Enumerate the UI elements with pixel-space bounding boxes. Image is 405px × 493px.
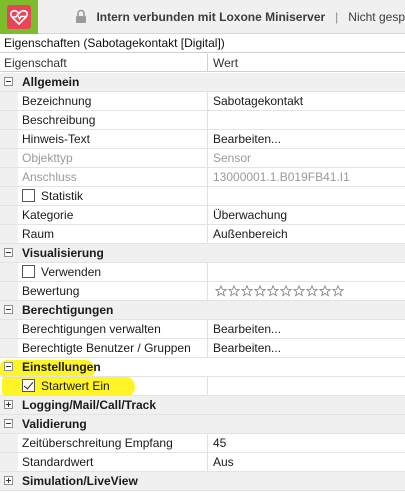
collapse-icon[interactable] xyxy=(4,305,13,314)
property-value[interactable]: Außenbereich xyxy=(213,225,288,243)
property-value[interactable]: 45 xyxy=(213,434,226,452)
property-row-berechtigte-benutzer[interactable]: Berechtigte Benutzer / Gruppen Bearbeite… xyxy=(0,339,405,358)
property-row-objekttyp: Objekttyp Sensor xyxy=(0,149,405,168)
category-einstellungen[interactable]: Einstellungen xyxy=(0,358,405,377)
property-value[interactable]: Aus xyxy=(213,453,234,471)
category-logging[interactable]: Logging/Mail/Call/Track xyxy=(0,396,405,415)
category-label: Validierung xyxy=(22,417,87,431)
property-value: Sensor xyxy=(213,151,252,165)
property-row-startwert[interactable]: Startwert Ein xyxy=(0,377,405,396)
category-label: Einstellungen xyxy=(22,360,101,374)
panel-title: Eigenschaften (Sabotagekontakt [Digital]… xyxy=(0,34,405,53)
property-row-bezeichnung[interactable]: Bezeichnung Sabotagekontakt xyxy=(0,92,405,111)
app-logo[interactable] xyxy=(0,0,38,34)
property-name: Hinweis-Text xyxy=(22,132,91,146)
category-visualisierung[interactable]: Visualisierung xyxy=(0,244,405,263)
category-label: Simulation/LiveView xyxy=(22,474,138,488)
property-name: Zeitüberschreitung Empfang xyxy=(22,436,173,450)
property-row-hinweis-text[interactable]: Hinweis-Text Bearbeiten... xyxy=(0,130,405,149)
property-name: Bewertung xyxy=(22,284,80,298)
property-name: Beschreibung xyxy=(22,113,96,127)
property-row-statistik[interactable]: Statistik xyxy=(0,187,405,206)
category-berechtigungen[interactable]: Berechtigungen xyxy=(0,301,405,320)
rating-stars[interactable] xyxy=(215,285,344,297)
expand-icon[interactable] xyxy=(4,400,13,409)
property-name: Anschluss xyxy=(22,170,77,184)
collapse-icon[interactable] xyxy=(4,419,13,428)
property-name: Berechtigte Benutzer / Gruppen xyxy=(22,341,191,355)
star-icon[interactable] xyxy=(293,285,305,297)
property-name: Berechtigungen verwalten xyxy=(22,322,161,336)
property-name: Standardwert xyxy=(22,455,94,469)
column-header-property[interactable]: Eigenschaft xyxy=(4,54,67,72)
property-row-beschreibung[interactable]: Beschreibung xyxy=(0,111,405,130)
star-icon[interactable] xyxy=(215,285,227,297)
column-header-value[interactable]: Wert xyxy=(213,54,238,72)
star-icon[interactable] xyxy=(319,285,331,297)
star-icon[interactable] xyxy=(332,285,344,297)
startwert-checkbox[interactable] xyxy=(22,379,35,392)
property-row-standardwert[interactable]: Standardwert Aus xyxy=(0,453,405,472)
property-name: Startwert Ein xyxy=(41,379,110,393)
star-icon[interactable] xyxy=(267,285,279,297)
separator: | xyxy=(335,9,339,24)
property-row-anschluss: Anschluss 13000001.1.B019FB41.I1 xyxy=(0,168,405,187)
save-status-text: Nicht gesp xyxy=(348,9,405,24)
category-label: Allgemein xyxy=(22,75,80,89)
property-name: Raum xyxy=(22,227,55,241)
collapse-icon[interactable] xyxy=(4,248,13,257)
property-name: Kategorie xyxy=(22,208,74,222)
star-icon[interactable] xyxy=(228,285,240,297)
property-row-bewertung[interactable]: Bewertung xyxy=(0,282,405,301)
star-icon[interactable] xyxy=(280,285,292,297)
category-label: Visualisierung xyxy=(22,246,104,260)
property-name: Verwenden xyxy=(41,265,102,279)
statistik-checkbox[interactable] xyxy=(22,189,35,202)
category-label: Logging/Mail/Call/Track xyxy=(22,398,157,412)
property-row-kategorie[interactable]: Kategorie Überwachung xyxy=(0,206,405,225)
star-icon[interactable] xyxy=(306,285,318,297)
property-row-verwenden[interactable]: Verwenden xyxy=(0,263,405,282)
category-simulation[interactable]: Simulation/LiveView xyxy=(0,472,405,491)
property-name: Bezeichnung xyxy=(22,94,92,108)
connection-bar: Intern verbunden mit Loxone Miniserver |… xyxy=(0,0,405,34)
property-value[interactable]: Überwachung xyxy=(213,206,287,224)
property-row-raum[interactable]: Raum Außenbereich xyxy=(0,225,405,244)
connection-text: Intern verbunden mit Loxone Miniserver xyxy=(96,9,326,24)
property-name: Statistik xyxy=(41,189,84,203)
edit-link[interactable]: Bearbeiten... xyxy=(213,339,281,357)
property-row-zeitueberschreitung[interactable]: Zeitüberschreitung Empfang 45 xyxy=(0,434,405,453)
star-icon[interactable] xyxy=(254,285,266,297)
category-allgemein[interactable]: Allgemein xyxy=(0,73,405,92)
star-icon[interactable] xyxy=(241,285,253,297)
edit-link[interactable]: Bearbeiten... xyxy=(213,130,281,148)
collapse-icon[interactable] xyxy=(4,362,13,371)
verwenden-checkbox[interactable] xyxy=(22,265,35,278)
property-value: 13000001.1.B019FB41.I1 xyxy=(213,170,350,184)
category-validierung[interactable]: Validierung xyxy=(0,415,405,434)
property-grid-header: Eigenschaft Wert xyxy=(0,54,405,72)
edit-link[interactable]: Bearbeiten... xyxy=(213,320,281,338)
column-divider[interactable] xyxy=(207,54,208,72)
heart-pulse-icon xyxy=(6,4,31,29)
property-row-berechtigungen-verwalten[interactable]: Berechtigungen verwalten Bearbeiten... xyxy=(0,320,405,339)
collapse-icon[interactable] xyxy=(4,77,13,86)
category-label: Berechtigungen xyxy=(22,303,114,317)
property-grid: Allgemein Bezeichnung Sabotagekontakt Be… xyxy=(0,73,405,491)
lock-icon xyxy=(74,9,88,25)
expand-icon[interactable] xyxy=(4,476,13,485)
property-value[interactable]: Sabotagekontakt xyxy=(213,92,303,110)
property-name: Objekttyp xyxy=(22,151,73,165)
